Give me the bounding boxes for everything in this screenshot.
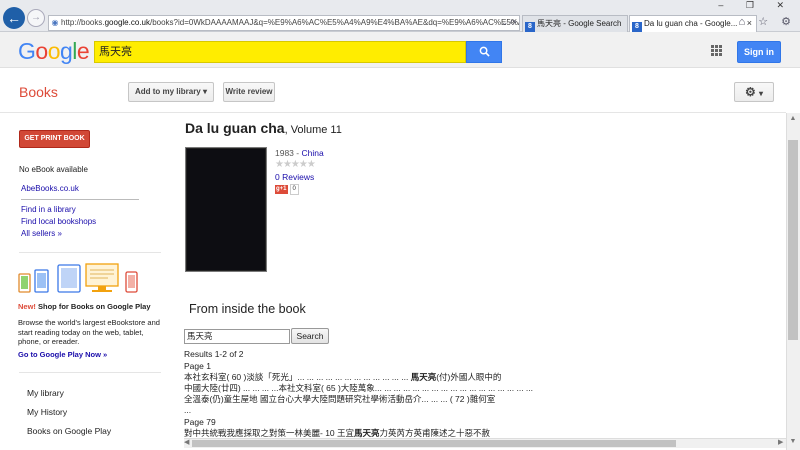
- all-sellers-link[interactable]: All sellers »: [21, 229, 62, 238]
- book-search-input[interactable]: 馬天亮: [184, 329, 290, 344]
- snippet-highlight: 馬天亮: [410, 372, 437, 382]
- google-favicon-icon: 8: [525, 22, 535, 32]
- divider: [19, 372, 161, 373]
- gear-icon: ⚙: [744, 85, 756, 99]
- divider: [19, 252, 161, 253]
- tab-label: 馬天亮 - Google Search: [537, 19, 622, 28]
- scroll-up-icon[interactable]: ▲: [786, 115, 800, 122]
- add-to-library-label: Add to my library: [134, 87, 201, 96]
- tab-label: Da lu guan cha - Google...: [644, 19, 738, 28]
- logo-letter: o: [47, 38, 61, 64]
- google-favicon-icon: 8: [632, 22, 642, 32]
- rating-stars[interactable]: ★★★★★: [275, 159, 316, 170]
- inside-book-heading: From inside the book: [189, 302, 306, 316]
- chevron-down-icon: ▾: [759, 89, 764, 98]
- book-title: Da lu guan cha, Volume 11: [185, 120, 342, 136]
- snippet-text: 對中共統戰我應採取之對策一林美麗- 10 王宜: [184, 428, 355, 438]
- search-input[interactable]: 馬天亮: [94, 41, 466, 63]
- window-controls[interactable]: – ❐ ✕: [718, 0, 794, 11]
- scroll-down-icon[interactable]: ▼: [786, 438, 800, 445]
- book-volume: , Volume 11: [284, 124, 342, 136]
- logo-letter: o: [35, 38, 48, 64]
- sidebar-item-my-history[interactable]: My History: [27, 407, 67, 417]
- promo-new-label: New!: [18, 302, 36, 311]
- snippet-text: 力英芮方英甫陳述之十惡不赦: [379, 428, 491, 438]
- book-year-text: 1983 -: [275, 148, 302, 158]
- books-subheader: [0, 69, 786, 113]
- vertical-scroll-thumb[interactable]: [788, 140, 798, 340]
- no-ebook-label: No eBook available: [19, 165, 88, 174]
- result-page-link[interactable]: Page 1: [184, 361, 211, 371]
- books-section-title[interactable]: Books: [19, 84, 58, 100]
- seller-link-abebooks[interactable]: AbeBooks.co.uk: [21, 184, 79, 193]
- search-button[interactable]: [466, 41, 502, 63]
- scroll-right-icon[interactable]: ▶: [778, 438, 783, 446]
- address-bar[interactable]: ◉ http://books.google.co.uk/books?id=0WkD…: [48, 15, 520, 31]
- horizontal-scroll-thumb[interactable]: [192, 440, 676, 447]
- google-plus-button[interactable]: g+1 0: [275, 184, 299, 195]
- sign-in-button[interactable]: Sign in: [737, 41, 781, 63]
- settings-button[interactable]: ⚙ ▾: [734, 82, 774, 102]
- address-domain: google.co.uk: [104, 18, 150, 27]
- snippet-text: (付)外國人眼中的: [436, 372, 502, 382]
- address-url-path: /books?id=0WkDAAAAMAAJ&q=%E9%A6%AC%E5%A4…: [149, 18, 519, 27]
- subject-link[interactable]: China: [301, 148, 323, 158]
- book-title-text: Da lu guan cha: [185, 120, 285, 136]
- back-button[interactable]: ←: [3, 7, 25, 29]
- book-cover-image[interactable]: [185, 147, 267, 272]
- snippet-text: 本社玄科室( 60 )淡談「死光」... ... ... ... ... ...…: [184, 372, 411, 382]
- promo-title-text: Shop for Books on Google Play: [35, 302, 151, 311]
- results-count: Results 1-2 of 2: [184, 349, 244, 359]
- search-icon: [479, 46, 490, 57]
- result-snippet-line: 全溫泰(仍)童生屋地 國立台心大學大陸問題研究社學術活動岳介... ... ..…: [184, 394, 496, 404]
- promo-body: Browse the world's largest eBookstore an…: [18, 318, 160, 346]
- chevron-down-icon: ▾: [203, 87, 208, 96]
- sidebar-item-my-library[interactable]: My library: [27, 388, 64, 398]
- add-to-library-button[interactable]: Add to my library ▾: [128, 82, 214, 102]
- google-play-link[interactable]: Go to Google Play Now »: [18, 350, 107, 359]
- result-snippet-line: 本社玄科室( 60 )淡談「死光」... ... ... ... ... ...…: [184, 372, 501, 382]
- promo-title: New! Shop for Books on Google Play: [18, 302, 168, 311]
- result-snippet-line: 對中共統戰我應採取之對策一林美麗- 10 王宜馬天亮力英芮方英甫陳述之十惡不赦: [184, 428, 490, 438]
- book-year: 1983 - China: [275, 148, 324, 158]
- book-search-button[interactable]: Search: [291, 328, 329, 344]
- forward-button[interactable]: →: [27, 9, 45, 27]
- logo-letter: G: [18, 38, 36, 64]
- page-icon: ◉: [51, 18, 59, 27]
- reviews-link[interactable]: 0 Reviews: [275, 172, 314, 182]
- google-logo[interactable]: Google: [18, 38, 90, 65]
- address-controls-icon[interactable]: ⌄ ⟳: [501, 16, 517, 30]
- gplus-icon: g+1: [275, 185, 288, 194]
- devices-illustration-icon: [18, 263, 138, 293]
- snippet-highlight: 馬天亮: [354, 428, 380, 438]
- sidebar-item-books-on-play[interactable]: Books on Google Play: [27, 426, 111, 436]
- logo-letter: e: [76, 38, 90, 64]
- result-snippet-line: 中國大陸(廿四) ... ... ... ...本社文科室( 65 )大陸萬象.…: [184, 383, 534, 393]
- browser-toolbar-icons[interactable]: ⌂ ☆ ⚙: [739, 15, 796, 28]
- result-page-link[interactable]: Page 79: [184, 417, 216, 427]
- address-url-prefix: http://books.: [61, 18, 105, 27]
- get-print-book-button[interactable]: GET PRINT BOOK: [19, 130, 90, 148]
- find-library-link[interactable]: Find in a library: [21, 205, 76, 214]
- logo-letter: g: [59, 38, 73, 64]
- find-local-bookshops-link[interactable]: Find local bookshops: [21, 217, 96, 226]
- result-snippet-line: ...: [184, 405, 192, 415]
- tab-google-search[interactable]: 8 馬天亮 - Google Search: [522, 15, 628, 32]
- divider: [21, 199, 139, 200]
- gplus-count: 0: [289, 184, 299, 195]
- apps-grid-icon[interactable]: [711, 45, 723, 57]
- scroll-left-icon[interactable]: ◀: [184, 438, 189, 446]
- write-review-button[interactable]: Write review: [223, 82, 275, 102]
